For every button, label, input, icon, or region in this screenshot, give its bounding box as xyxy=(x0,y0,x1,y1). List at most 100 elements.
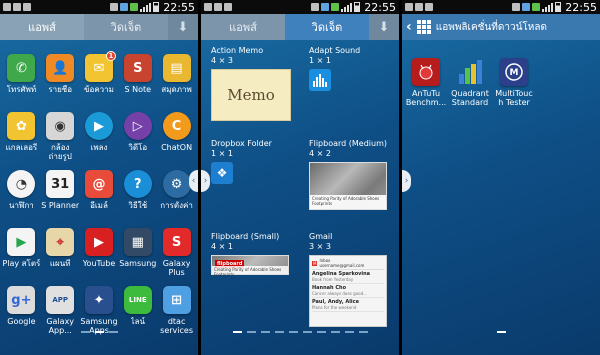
widget-flipboard-small[interactable]: Flipboard (Small) 4 × 1 flipboard Creati… xyxy=(211,232,293,317)
widget-flipboard-medium[interactable]: Flipboard (Medium) 4 × 2 Creating Parity… xyxy=(309,139,391,224)
memo-preview: Memo xyxy=(211,69,291,121)
flipboard-caption: Creating Parity of Adorable Shoes Footpr… xyxy=(212,266,288,277)
widget-action-memo[interactable]: Action Memo 4 × 3 Memo xyxy=(211,46,293,131)
clock-icon: ◔ xyxy=(7,170,36,198)
status-time: 22:55 xyxy=(565,0,597,14)
notification-badge: 1 xyxy=(105,51,116,61)
app-samsung[interactable]: ▦ Samsung xyxy=(118,228,157,277)
widget-size: 1 × 1 xyxy=(309,56,331,65)
download-tray-icon[interactable]: ⬇ xyxy=(168,14,198,40)
video-icon: ▷ xyxy=(123,112,152,140)
tab-widgets[interactable]: วิดเจ็ต xyxy=(84,14,168,40)
music-icon: ▶ xyxy=(84,112,113,140)
widget-gmail[interactable]: Gmail 3 × 3 M Inbox username@gmail.com A… xyxy=(309,232,391,327)
back-chevron-icon[interactable]: ‹ xyxy=(406,19,412,35)
app-s-planner[interactable]: 31 S Planner xyxy=(41,170,80,219)
page-dot[interactable] xyxy=(358,331,368,333)
app-chaton[interactable]: C ChatON xyxy=(157,112,196,161)
usb-icon xyxy=(3,3,11,11)
page-dot[interactable] xyxy=(80,331,90,333)
app-contacts[interactable]: 👤 รายชื่อ xyxy=(41,54,80,103)
app-scrapbook[interactable]: ▤ สมุดภาพ xyxy=(157,54,196,103)
app-clock[interactable]: ◔ นาฬิกา xyxy=(2,170,41,219)
page-indicator xyxy=(0,331,198,333)
tab-widgets[interactable]: วิดเจ็ต xyxy=(285,14,369,40)
download-icon xyxy=(425,3,433,11)
page-dot-active[interactable] xyxy=(496,331,506,333)
app-music[interactable]: ▶ เพลง xyxy=(80,112,119,161)
download-icon xyxy=(23,3,31,11)
app-messages[interactable]: ✉ 1 ข้อความ xyxy=(80,51,119,103)
page-dot[interactable] xyxy=(316,331,326,333)
app-phone[interactable]: ✆ โทรศัพท์ xyxy=(2,54,41,103)
page-dot[interactable] xyxy=(108,331,118,333)
app-galaxy-app-center[interactable]: APP Galaxy App... xyxy=(41,286,80,335)
app-multitouch-tester[interactable]: M MultiTouc h Tester xyxy=(494,58,534,107)
settings-icon: ⚙ xyxy=(162,170,191,198)
widget-grid: Action Memo 4 × 3 Memo Adapt Sound 1 × 1… xyxy=(211,46,391,327)
widget-name: Action Memo xyxy=(211,46,264,55)
page-dot-active[interactable] xyxy=(232,331,242,333)
flipboard-medium-preview: Creating Parity of Adorable Shoes Footpr… xyxy=(309,162,387,210)
app-antutu[interactable]: AnTuTu Benchm... xyxy=(406,58,446,107)
app-label: กล้อง ถ่ายรูป xyxy=(48,143,72,161)
app-email[interactable]: @ อีเมล์ xyxy=(80,170,119,219)
chaton-icon: C xyxy=(162,112,191,140)
apps-panel: 22:55 แอพส์ วิดเจ็ต ⬇ ✆ โทรศัพท์ 👤 รายชื่อ ✉… xyxy=(0,0,198,355)
page-dot[interactable] xyxy=(246,331,256,333)
page-dot[interactable] xyxy=(330,331,340,333)
gmail-snippet: Cancer always does good... xyxy=(312,291,367,296)
tab-apps[interactable]: แอพส์ xyxy=(201,14,285,40)
app-youtube[interactable]: ▶ YouTube xyxy=(80,228,119,277)
page-dot[interactable] xyxy=(344,331,354,333)
app-label: MultiTouc h Tester xyxy=(495,89,533,107)
apps-grid-icon[interactable] xyxy=(416,20,431,34)
page-dot[interactable] xyxy=(302,331,312,333)
app-google[interactable]: g+ Google xyxy=(2,286,41,335)
previous-panel-handle[interactable]: › xyxy=(201,170,210,192)
gmail-account: username@gmail.com xyxy=(319,263,365,268)
app-dtac-services[interactable]: ⊞ dtac services xyxy=(157,286,196,335)
app-help[interactable]: ? วิธีใช้ xyxy=(118,170,157,219)
app-label: AnTuTu Benchm... xyxy=(405,89,447,107)
tab-apps[interactable]: แอพส์ xyxy=(0,14,84,40)
app-samsung-apps[interactable]: ✦Samsung Apps xyxy=(80,286,119,335)
widgets-panel: 22:55 แอพส์ วิดเจ็ต ⬇ Action Memo 4 × 3 … xyxy=(201,0,399,355)
next-panel-handle[interactable]: ‹ xyxy=(189,170,198,192)
app-camera[interactable]: ◉ กล้อง ถ่ายรูป xyxy=(41,112,80,161)
widget-size: 4 × 3 xyxy=(211,56,233,65)
downloaded-app-list: AnTuTu Benchm... Quadrant Standard M Mul… xyxy=(406,58,534,107)
page-dot-active[interactable] xyxy=(94,331,104,333)
app-label: วิธีใช้ xyxy=(128,201,148,210)
signal-strength-icon xyxy=(542,2,554,12)
wifi-icon xyxy=(311,3,320,11)
play-store-icon: ▶ xyxy=(7,228,36,256)
page-dot[interactable] xyxy=(260,331,270,333)
line-icon: LINE xyxy=(123,286,152,314)
app-galaxy-plus[interactable]: S Galaxy Plus xyxy=(157,228,196,277)
mail-notification-icon xyxy=(214,3,222,11)
widget-adapt-sound[interactable]: Adapt Sound 1 × 1 xyxy=(309,46,391,131)
widget-name: Flipboard (Medium) xyxy=(309,139,387,148)
app-line[interactable]: LINE ไลน์ xyxy=(118,286,157,335)
memo-preview-text: Memo xyxy=(227,86,275,104)
page-dot[interactable] xyxy=(288,331,298,333)
download-tray-icon[interactable]: ⬇ xyxy=(369,14,399,40)
app-video[interactable]: ▷ วิดีโอ xyxy=(118,112,157,161)
gmail-snippet: Book from Yesterday xyxy=(312,277,354,282)
app-maps[interactable]: ⌖ แผนที่ xyxy=(41,228,80,277)
bluetooth-icon xyxy=(321,3,330,11)
tab-bar: แอพส์ วิดเจ็ต ⬇ xyxy=(201,14,399,40)
previous-panel-handle[interactable]: › xyxy=(402,170,411,192)
signal-type-icon xyxy=(331,3,340,11)
app-label: Quadrant Standard xyxy=(451,89,489,107)
widget-dropbox-folder[interactable]: Dropbox Folder 1 × 1 ❖ xyxy=(211,139,293,224)
quadrant-icon xyxy=(456,58,484,86)
app-s-note[interactable]: S S Note xyxy=(118,54,157,103)
app-gallery[interactable]: ✿ แกลเลอรี่ xyxy=(2,112,41,161)
app-play-store[interactable]: ▶ Play สโตร์ xyxy=(2,228,41,277)
page-dot[interactable] xyxy=(274,331,284,333)
samsung-icon: ▦ xyxy=(123,228,152,256)
downloaded-apps-header: ‹ แอพพลิเคชั่นที่ดาวน์โหลด xyxy=(402,14,600,40)
app-quadrant[interactable]: Quadrant Standard xyxy=(450,58,490,107)
